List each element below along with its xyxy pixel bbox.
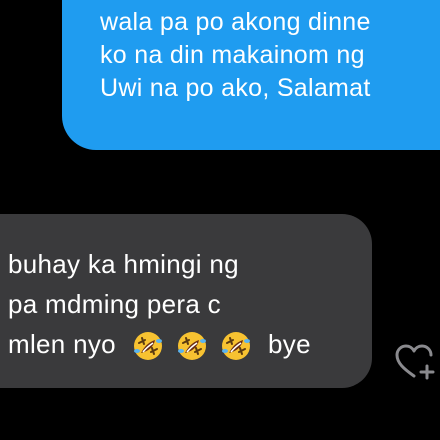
incoming-message-last-line: mlen nyo bye [8,324,372,364]
outgoing-message-line: wala pa po akong dinne [100,8,371,36]
outgoing-message-bubble[interactable]: wala pa po akong dinne ko na din makaino… [62,0,440,150]
outgoing-message-line: ko na din makainom ng [100,41,365,69]
incoming-message-line: buhay ka hmingi ng [8,249,239,279]
rolling-on-floor-laughing-icon [133,331,163,361]
chat-screen: wala pa po akong dinne ko na din makaino… [0,0,440,440]
incoming-message-suffix: bye [268,329,311,359]
incoming-message-line: pa mdming pera c [8,289,221,319]
outgoing-message-line: Uwi na po ako, Salamat [100,74,371,102]
rolling-on-floor-laughing-icon [221,331,251,361]
incoming-message-text: mlen nyo [8,329,116,359]
rolling-on-floor-laughing-icon [177,331,207,361]
incoming-message-bubble[interactable]: buhay ka hmingi ng pa mdming pera c mlen… [0,214,372,388]
add-reaction-heart-icon[interactable] [394,342,438,382]
